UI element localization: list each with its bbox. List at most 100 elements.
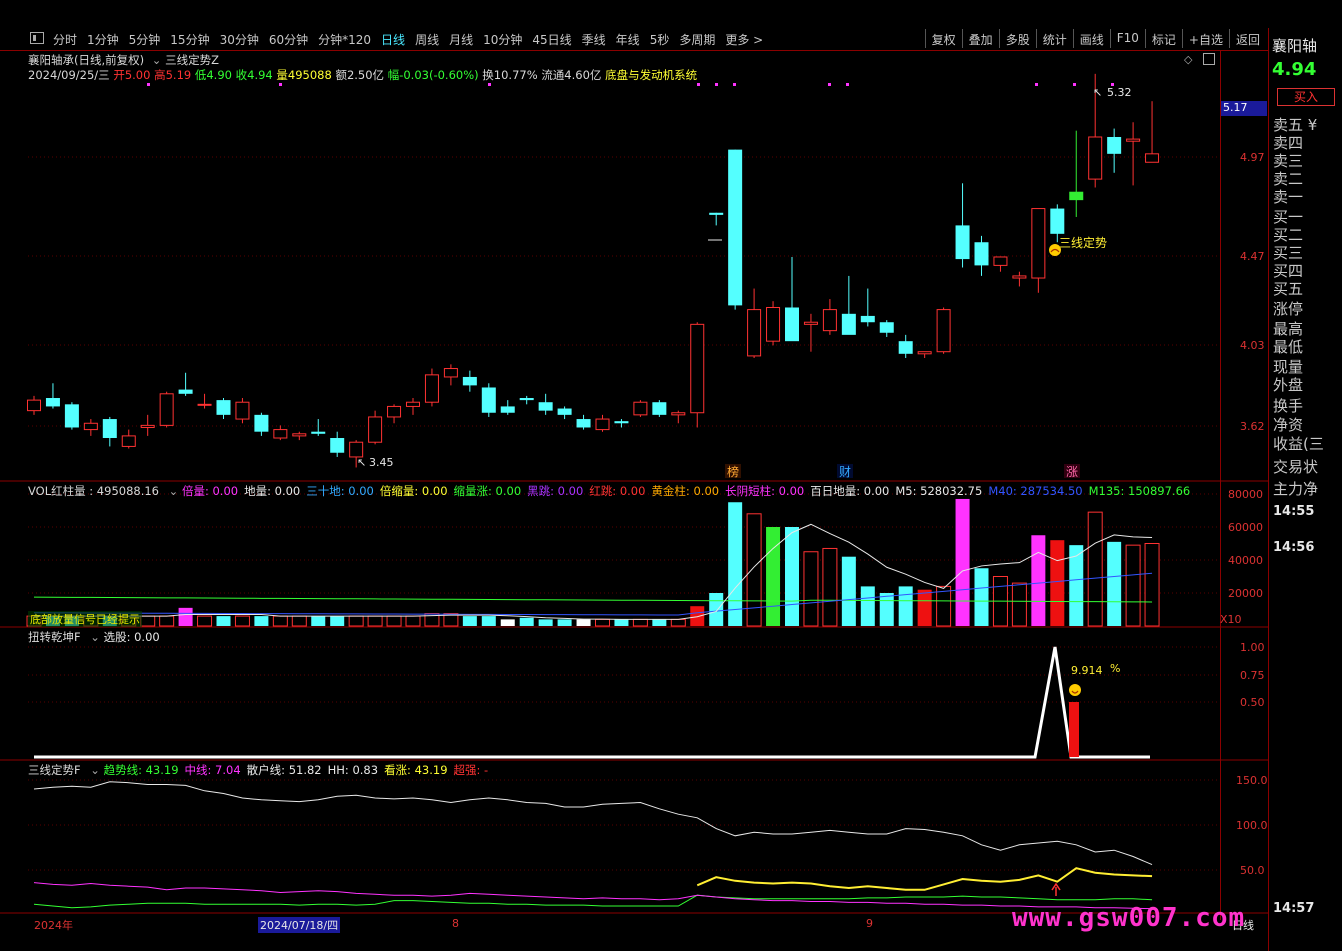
volume-bar [766,527,781,626]
max-price-label: ↖ [1093,86,1102,99]
candle [27,395,41,415]
candle [311,419,326,436]
volume-bar [272,615,288,627]
candle [330,431,345,457]
chevron-down-icon[interactable]: ⌄ [90,630,100,644]
indicator-value: 散户线: 51.82 [246,763,322,777]
signal-header: 扭转乾坤F ⌄ 选股: 0.00 [28,629,166,645]
signal-dot [697,83,700,86]
min-price-arrow: ↖ [357,456,366,469]
sidebar-stock-name: 襄阳轴 [1272,37,1318,55]
signal-bar [1069,702,1079,757]
indicator-value: 选股: 0.00 [103,630,160,644]
volume-unit: X10 [1220,613,1242,626]
indicator-value: 看涨: 43.19 [384,763,448,777]
candle [462,370,477,392]
sidebar-item[interactable]: 买五 [1273,278,1303,299]
candle [235,398,250,424]
volume-bar [1125,544,1141,627]
chevron-down-icon[interactable]: ⌄ [90,763,100,777]
signal-dot [733,83,736,86]
volume-bar [1031,535,1046,626]
volume-bar [311,616,326,626]
trend-line [33,882,1153,910]
candle [1145,101,1160,163]
sidebar-item[interactable]: 卖一 [1273,186,1303,207]
volume-bar [670,618,686,627]
volume-bar [462,616,477,626]
sidebar-item[interactable]: 最低 [1273,336,1303,357]
indicator-value: 红跳: 0.00 [589,484,646,498]
sidebar-item[interactable]: 交易状 [1273,456,1318,477]
sidebar-time: 14:56 [1273,540,1315,555]
candle [538,393,553,415]
volume-bar [330,616,345,626]
candle [83,419,98,436]
chevron-down-icon[interactable]: ⌄ [169,484,179,498]
volume-bar [728,502,743,626]
sidebar-item[interactable]: 外盘 [1273,374,1303,395]
smile-icon [1069,684,1081,696]
volume-bar [557,619,572,626]
volume-header: VOL红柱量 : 495088.16 ⌄ 倍量: 0.00 地量: 0.00 三十地… [28,483,1196,499]
volume-bar [216,616,231,626]
candle [728,149,743,310]
volume-bar [405,615,421,627]
indicator-value: 长阴短柱: 0.00 [725,484,805,498]
event-marker-bang: 榜 [727,464,739,479]
indicator-value: 扭转乾坤F [28,630,81,644]
sidebar-time: 14:55 [1273,504,1315,519]
indicator-value: M40: 287534.50 [988,484,1083,498]
candle [519,395,534,405]
indicator-value: 倍量: 0.00 [181,484,239,498]
volume-bar [1087,511,1103,627]
candle [860,288,875,327]
candle [690,322,705,428]
candle [898,334,913,359]
volume-bar [197,615,213,627]
signal-dot [147,83,150,86]
event-marker-limit: 涨 [1066,464,1078,479]
volume-bar [254,616,269,626]
candle [747,288,762,359]
trend-tick: 150.0 [1236,774,1268,787]
volume-bar [1050,540,1065,626]
volume-tick: 60000 [1228,521,1263,534]
sidebar-item[interactable]: 收益(三 [1273,433,1324,454]
indicator-value: 百日地量: 0.00 [810,484,890,498]
sidebar-item[interactable]: 涨停 [1273,298,1303,319]
buy-button[interactable]: 买入 [1277,88,1335,106]
candle [1012,271,1027,287]
volume-bar [1107,541,1122,626]
sidebar-item[interactable]: 净资 [1273,414,1303,435]
candle [974,235,989,276]
indicator-value: 中线: 7.04 [184,763,241,777]
volume-bar [538,619,553,626]
trend-line [696,867,1153,891]
volume-bar [746,513,762,627]
candle [766,301,781,346]
volume-tick: 40000 [1228,554,1263,567]
indicator-value: 趋势线: 43.19 [103,763,179,777]
candle [368,410,383,445]
watermark: www.gsw007.com [1012,903,1246,933]
candle [955,183,970,268]
sidebar-price: 4.94 [1272,59,1317,80]
volume-bar [955,498,970,626]
volume-tick: 80000 [1228,488,1263,501]
sidebar-item[interactable]: 换手 [1273,395,1303,416]
candle [1069,130,1084,217]
kline-chart[interactable]: ↖ 5.32 ↖ 3.45 三线定势 榜 财 涨 9.914 % [0,0,1268,951]
sidebar-item[interactable]: 主力净 [1273,478,1318,499]
sidebar-time: 14:57 [1273,901,1315,916]
candle [633,400,648,417]
volume-bar [159,615,175,627]
candle [45,383,60,409]
candle [481,383,496,417]
candle [387,404,402,424]
candle [273,425,288,441]
candle [993,256,1008,272]
candle [159,391,174,428]
candle [197,393,212,409]
candle [140,414,155,436]
